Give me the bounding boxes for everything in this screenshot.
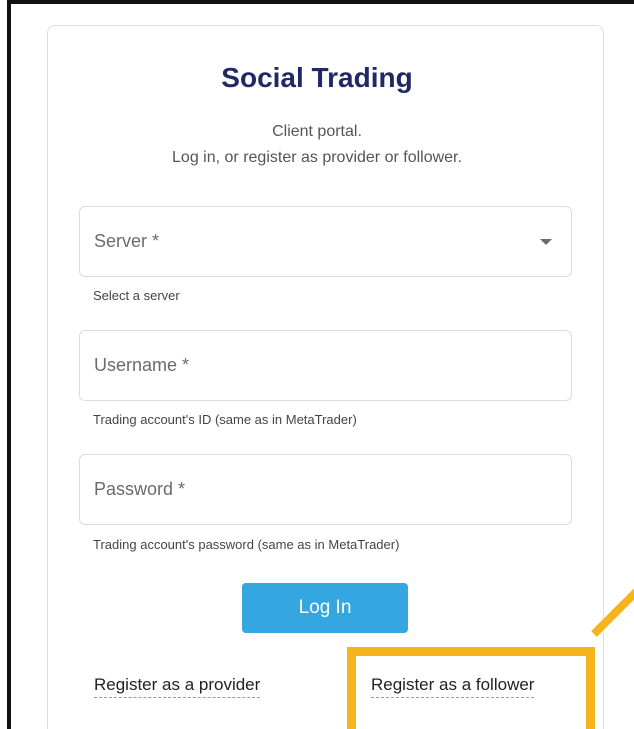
password-helper-text: Trading account's password (same as in M…: [93, 537, 400, 552]
screen-frame-top: [7, 0, 634, 4]
username-helper-text: Trading account's ID (same as in MetaTra…: [93, 412, 357, 427]
server-select-label: Server *: [94, 231, 160, 251]
password-input[interactable]: Password *: [79, 454, 572, 525]
subtitle-line-2: Log in, or register as provider or follo…: [172, 149, 462, 166]
server-helper-text: Select a server: [93, 288, 180, 303]
login-button[interactable]: Log In: [242, 583, 408, 633]
server-select[interactable]: Server *: [79, 206, 572, 277]
caret-down-icon: [540, 239, 552, 245]
username-input-label: Username *: [94, 355, 190, 375]
highlight-annotation-box: [347, 647, 595, 729]
subtitle-line-1: Client portal.: [272, 123, 362, 140]
screen-frame-left: [7, 0, 11, 729]
page-title: Social Trading: [221, 62, 413, 93]
username-input[interactable]: Username *: [79, 330, 572, 401]
password-input-label: Password *: [94, 479, 186, 499]
register-provider-link[interactable]: Register as a provider: [94, 675, 261, 698]
